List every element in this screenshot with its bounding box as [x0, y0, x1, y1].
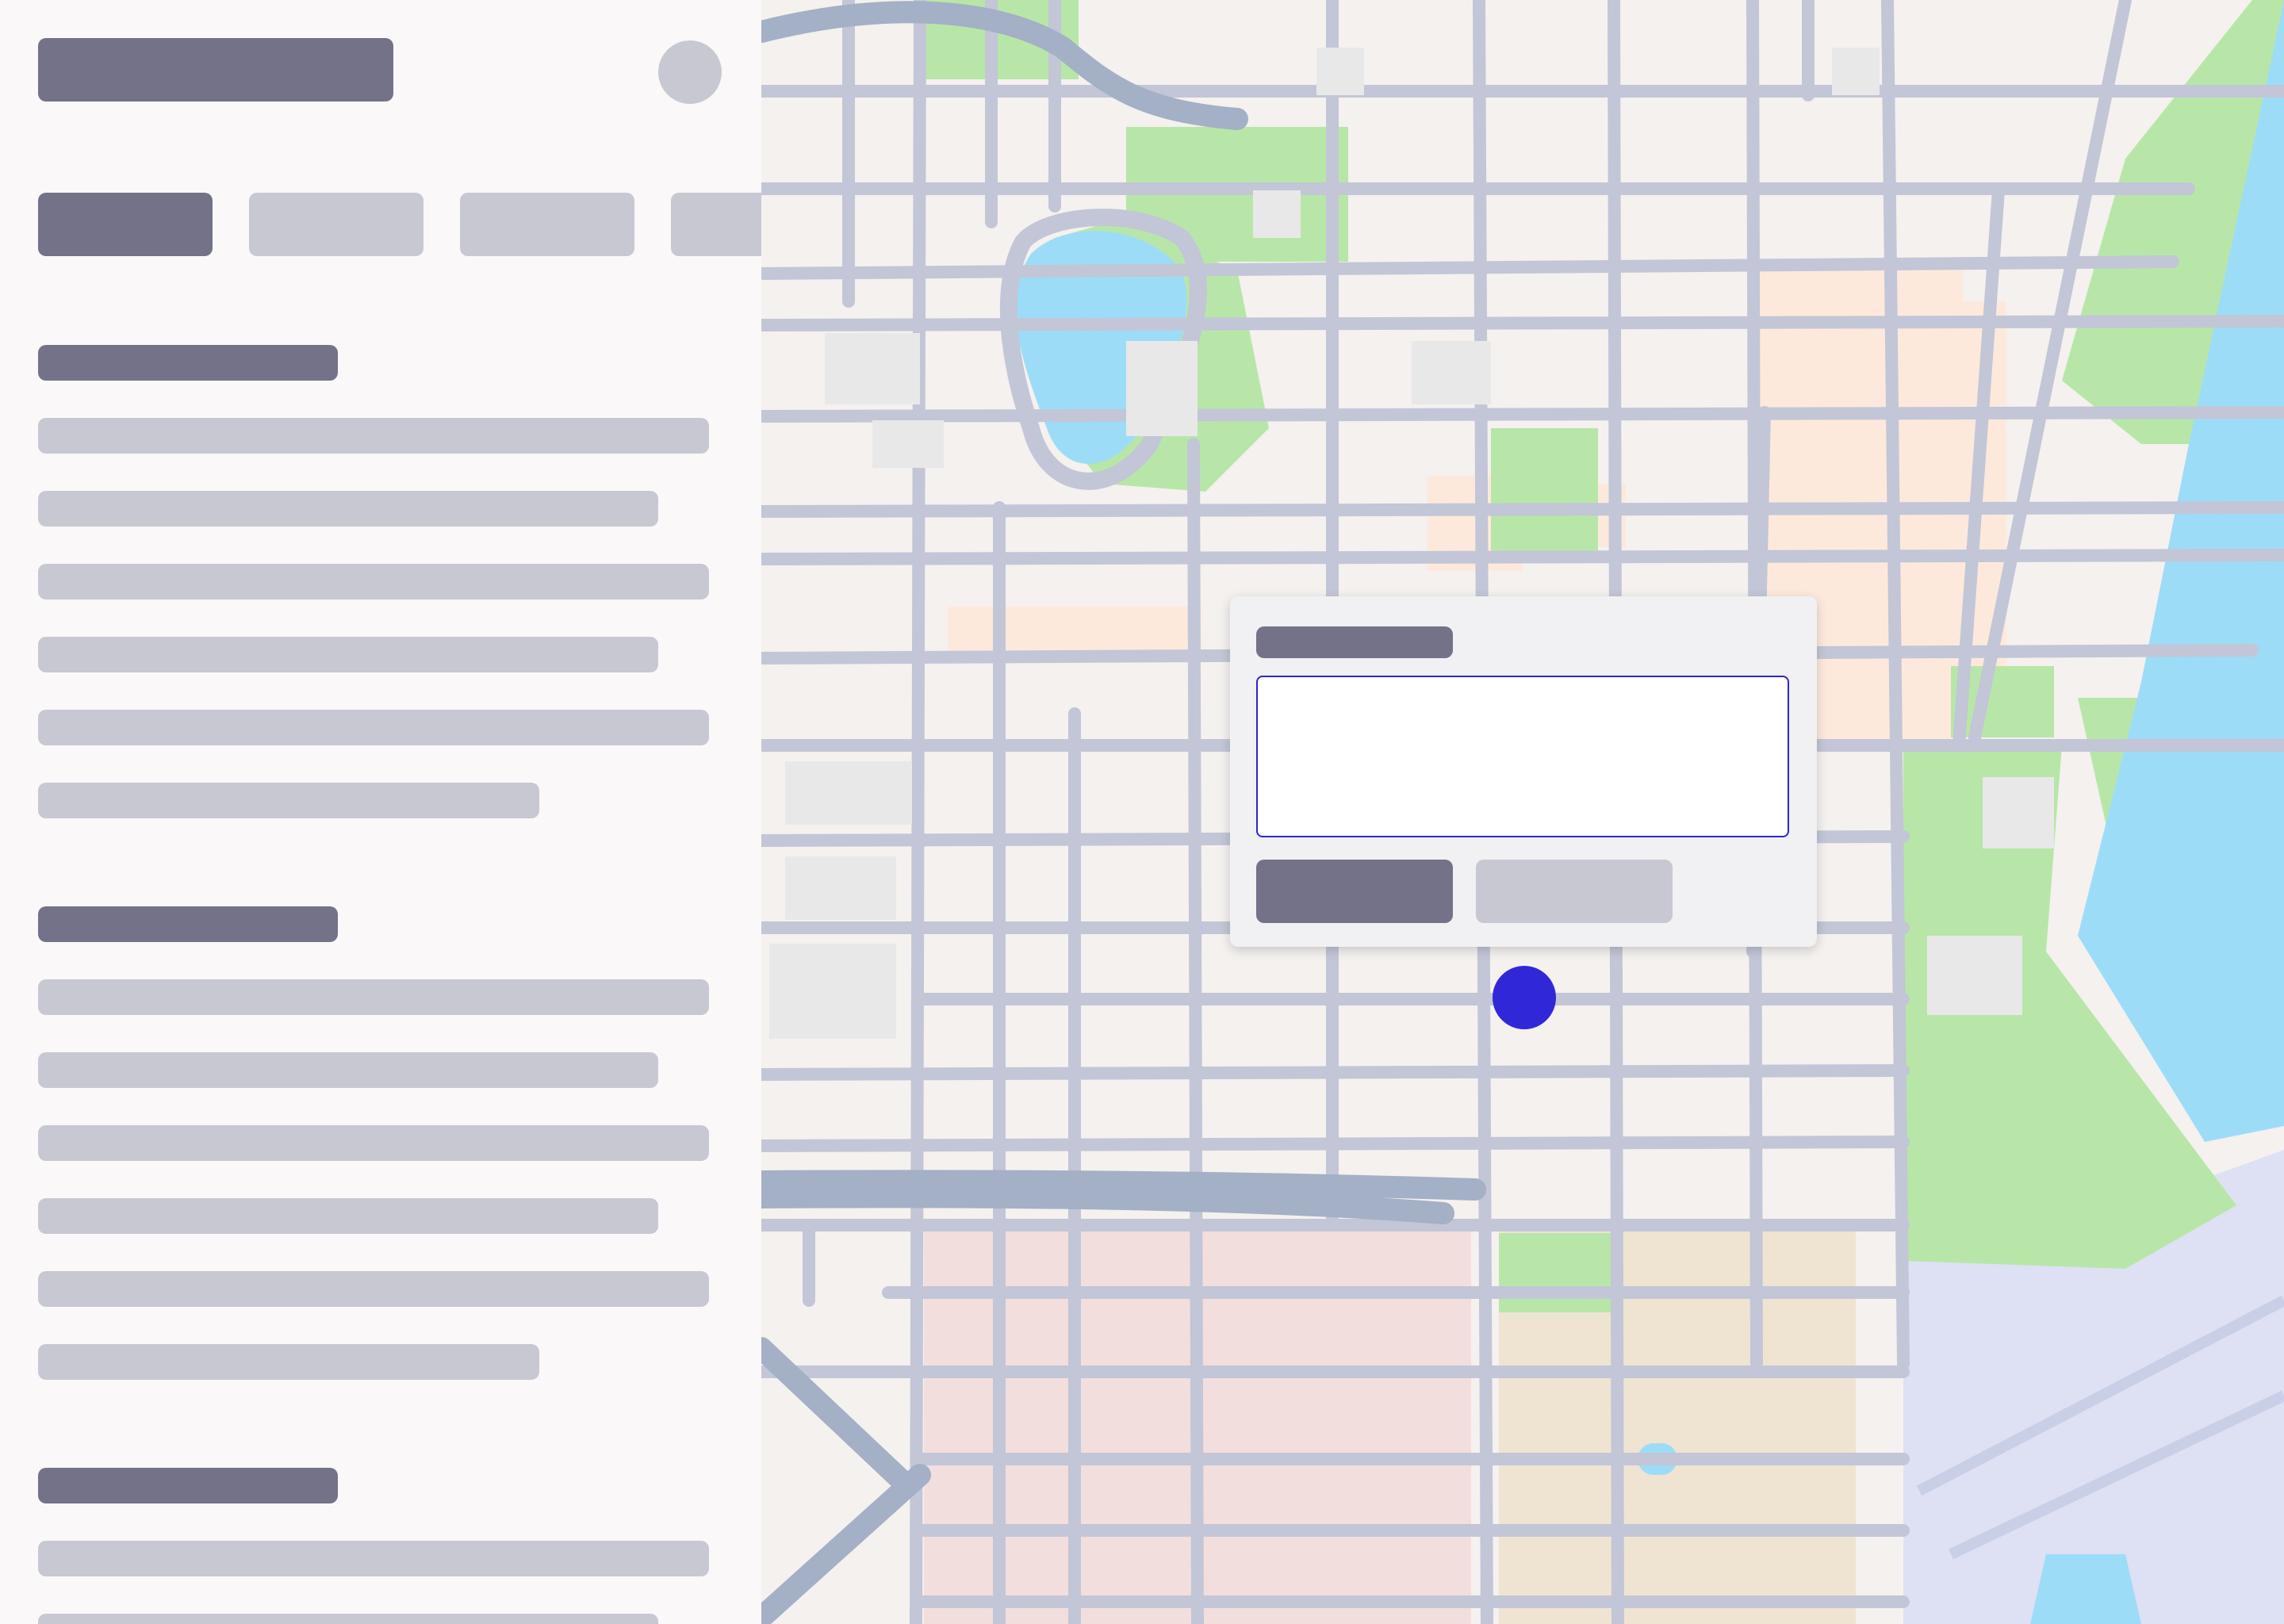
avatar[interactable]	[658, 40, 722, 104]
section-3-heading	[38, 1468, 338, 1503]
section-1-line	[38, 491, 658, 527]
section-3-line	[38, 1541, 709, 1576]
section-1-line	[38, 637, 658, 672]
section-1-line	[38, 783, 539, 818]
section-1-heading	[38, 345, 338, 381]
section-2-line	[38, 1344, 539, 1380]
tab-2[interactable]	[249, 193, 423, 256]
section-1-line	[38, 564, 709, 599]
tab-4[interactable]	[671, 193, 761, 256]
section-2-line	[38, 1198, 658, 1234]
section-1-line	[38, 710, 709, 745]
section-1-line	[38, 418, 709, 454]
tab-3[interactable]	[460, 193, 634, 256]
sidebar	[0, 0, 761, 1624]
section-2-heading	[38, 906, 338, 942]
popup-title	[1256, 626, 1453, 658]
popup-cancel-button[interactable]	[1476, 860, 1673, 923]
section-3-line	[38, 1614, 658, 1624]
popup-text-input[interactable]	[1256, 676, 1789, 837]
section-2-line	[38, 1271, 709, 1307]
section-2-line	[38, 1125, 709, 1161]
sidebar-title	[38, 38, 393, 102]
section-2-line	[38, 1052, 658, 1088]
location-marker-icon[interactable]	[1493, 966, 1556, 1029]
section-2-line	[38, 979, 709, 1015]
map-popup-dialog	[1230, 596, 1817, 947]
tab-1[interactable]	[38, 193, 213, 256]
popup-confirm-button[interactable]	[1256, 860, 1453, 923]
